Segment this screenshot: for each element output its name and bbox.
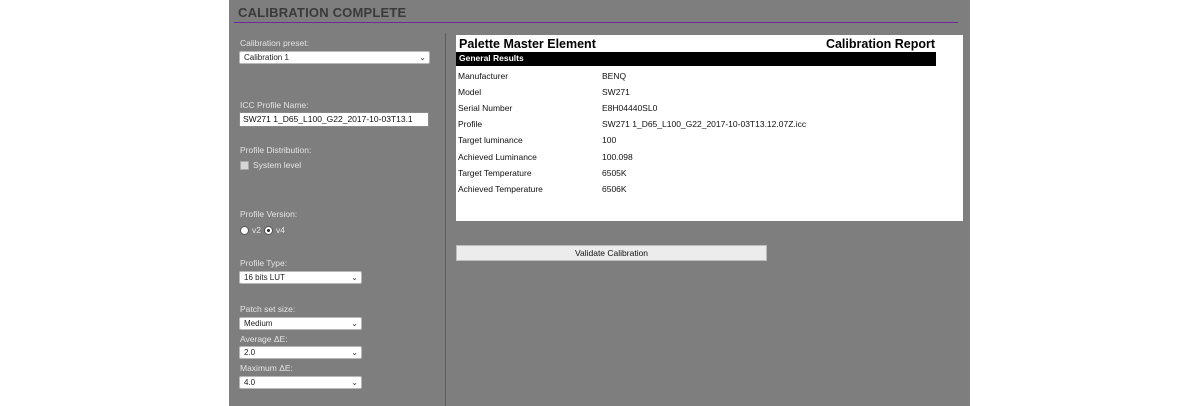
- report-row-label: Target luminance: [458, 135, 523, 145]
- chevron-down-icon: ⌄: [351, 378, 358, 387]
- profile-type-select-value: 16 bits LUT: [244, 273, 285, 282]
- report-row-value: 6506K: [602, 184, 627, 194]
- profile-distribution-label: Profile Distribution:: [240, 145, 312, 155]
- calibration-report: Palette Master Element Calibration Repor…: [456, 35, 963, 221]
- chevron-down-icon: ⌄: [351, 273, 358, 282]
- profile-type-select[interactable]: 16 bits LUT ⌄: [239, 271, 362, 284]
- report-row-label: Model: [458, 87, 482, 97]
- average-delta-e-select[interactable]: 2.0 ⌄: [239, 346, 362, 359]
- report-row-label: Profile: [458, 119, 483, 129]
- report-row-value: 100: [602, 135, 617, 145]
- icc-profile-name-input[interactable]: SW271 1_D65_L100_G22_2017-10-03T13.1: [239, 112, 429, 127]
- patch-set-size-select-value: Medium: [244, 319, 273, 328]
- report-row-value: SW271: [602, 87, 630, 97]
- system-level-checkbox[interactable]: [240, 161, 249, 170]
- column-divider: [445, 33, 446, 406]
- validate-calibration-button[interactable]: Validate Calibration: [456, 245, 767, 261]
- version-v4-label: v4: [276, 225, 285, 235]
- chevron-down-icon: ⌄: [419, 53, 426, 62]
- profile-type-label: Profile Type:: [240, 258, 288, 268]
- system-level-label: System level: [253, 160, 302, 170]
- report-row-value: 6505K: [602, 168, 627, 178]
- version-v2-label: v2: [252, 225, 261, 235]
- report-row-label: Serial Number: [458, 103, 513, 113]
- section-header-bar: General Results: [456, 52, 936, 66]
- preset-label: Calibration preset:: [240, 38, 309, 48]
- version-v4-radio[interactable]: [264, 226, 273, 235]
- report-title: Calibration Report: [825, 37, 935, 51]
- average-delta-e-select-value: 2.0: [244, 348, 256, 357]
- average-delta-e-label: Average ΔE:: [240, 334, 288, 344]
- report-app-name: Palette Master Element: [459, 37, 596, 51]
- profile-version-label: Profile Version:: [240, 209, 298, 219]
- preset-select-value: Calibration 1: [244, 53, 289, 62]
- chevron-down-icon: ⌄: [351, 348, 358, 357]
- page-title: CALIBRATION COMPLETE: [238, 5, 407, 20]
- version-v2-radio[interactable]: [240, 226, 249, 235]
- header-divider: [234, 22, 958, 23]
- preset-select[interactable]: Calibration 1 ⌄: [239, 51, 430, 64]
- section-header-label: General Results: [459, 53, 524, 63]
- calibration-panel: CALIBRATION COMPLETE Calibration preset:…: [229, 0, 970, 406]
- maximum-delta-e-select[interactable]: 4.0 ⌄: [239, 376, 362, 389]
- report-row-label: Achieved Temperature: [458, 184, 543, 194]
- report-row-label: Target Temperature: [458, 168, 532, 178]
- report-row-value: 100.098: [602, 152, 633, 162]
- report-row-value: E8H04440SL0: [602, 103, 658, 113]
- icc-profile-label: ICC Profile Name:: [240, 100, 309, 110]
- report-row-label: Achieved Luminance: [458, 152, 537, 162]
- report-row-label: Manufacturer: [458, 71, 509, 81]
- maximum-delta-e-select-value: 4.0: [244, 378, 256, 387]
- report-row-value: BENQ: [602, 71, 627, 81]
- report-row-value: SW271 1_D65_L100_G22_2017-10-03T13.12.07…: [602, 119, 807, 129]
- patch-set-size-select[interactable]: Medium ⌄: [239, 317, 362, 330]
- chevron-down-icon: ⌄: [351, 319, 358, 328]
- patch-set-size-label: Patch set size:: [240, 304, 296, 314]
- maximum-delta-e-label: Maximum ΔE:: [240, 363, 293, 373]
